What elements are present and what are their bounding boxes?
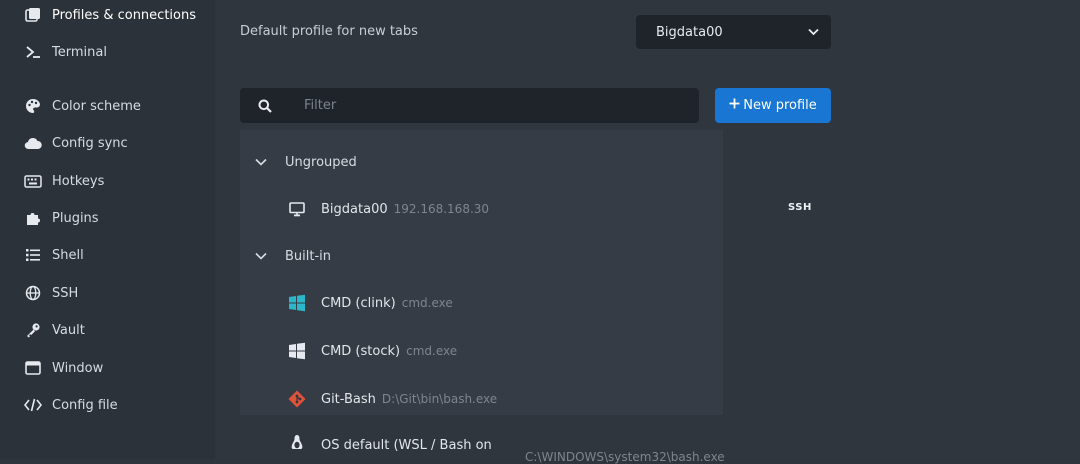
sidebar-item-terminal[interactable]: Terminal (24, 40, 107, 64)
windows-logo-icon (287, 341, 307, 361)
profile-name: CMD (stock) (321, 343, 401, 359)
git-icon (287, 389, 307, 409)
sidebar-item-label: Window (52, 360, 104, 376)
group-ungrouped[interactable]: Ungrouped (255, 152, 357, 172)
search-icon (240, 99, 290, 113)
profile-name: OS default (WSL / Bash on (321, 438, 492, 453)
terminal-prompt-icon (24, 43, 42, 61)
windows-logo-icon (287, 293, 307, 313)
profile-detail: C:\WINDOWS\system32\bash.exe (525, 450, 725, 464)
linux-icon (287, 434, 307, 454)
sidebar-item-window[interactable]: Window (24, 356, 103, 380)
sidebar-item-label: Terminal (52, 44, 107, 60)
sidebar-item-label: Vault (52, 322, 85, 338)
sidebar-item-label: SSH (52, 285, 79, 301)
monitor-icon (287, 199, 307, 219)
chevron-down-icon (808, 25, 819, 40)
sidebar-item-label: Config file (52, 397, 118, 413)
profile-detail: cmd.exe (401, 296, 453, 310)
profile-row[interactable]: Bigdata00 192.168.168.30 (287, 196, 489, 222)
profile-detail: 192.168.168.30 (393, 202, 490, 216)
sidebar-item-plugins[interactable]: Plugins (24, 206, 99, 230)
sidebar-item-vault[interactable]: Vault (24, 318, 85, 342)
key-icon (24, 321, 42, 339)
sidebar-item-label: Shell (52, 247, 84, 263)
sidebar-item-label: Profiles & connections (52, 7, 196, 23)
default-profile-select[interactable]: Bigdata00 (636, 15, 831, 49)
profile-name: Bigdata00 (321, 201, 388, 217)
profile-detail: D:\Git\bin\bash.exe (381, 392, 498, 406)
profile-row[interactable]: OS default (WSL / Bash on C:\WINDOWS\sys… (287, 434, 725, 464)
profile-row[interactable]: CMD (stock) cmd.exe (287, 338, 457, 364)
group-label: Ungrouped (285, 154, 357, 170)
sidebar: Profiles & connections Terminal Color sc… (0, 0, 215, 459)
default-profile-value: Bigdata00 (656, 24, 723, 40)
sidebar-item-config-file[interactable]: Config file (24, 393, 118, 417)
default-profile-label: Default profile for new tabs (240, 24, 418, 39)
profile-name: CMD (clink) (321, 295, 396, 311)
filter-input[interactable] (290, 97, 699, 114)
window-icon (24, 359, 42, 377)
sidebar-item-label: Plugins (52, 210, 99, 226)
profiles-panel (240, 130, 723, 415)
window-stack-icon (24, 6, 42, 24)
sidebar-item-shell[interactable]: Shell (24, 243, 84, 267)
plus-icon (729, 98, 740, 113)
new-profile-label: New profile (743, 98, 817, 113)
palette-icon (24, 97, 42, 115)
sidebar-item-label: Config sync (52, 135, 128, 151)
puzzle-icon (24, 209, 42, 227)
profile-detail: cmd.exe (406, 344, 458, 358)
sidebar-item-hotkeys[interactable]: Hotkeys (24, 169, 104, 193)
main-content: Default profile for new tabs Bigdata00 N… (215, 0, 1080, 464)
sidebar-item-color-scheme[interactable]: Color scheme (24, 94, 141, 118)
list-icon (24, 246, 42, 264)
cloud-icon (24, 134, 42, 152)
new-profile-button[interactable]: New profile (715, 88, 831, 123)
chevron-down-icon (255, 155, 267, 170)
chevron-down-icon (255, 249, 267, 264)
keyboard-icon (24, 172, 42, 190)
ssh-badge: SSH (788, 202, 812, 213)
sidebar-item-label: Color scheme (52, 98, 141, 114)
sidebar-item-ssh[interactable]: SSH (24, 281, 78, 305)
profile-row[interactable]: CMD (clink) cmd.exe (287, 290, 453, 316)
globe-icon (24, 284, 42, 302)
sidebar-item-config-sync[interactable]: Config sync (24, 131, 128, 155)
group-built-in[interactable]: Built-in (255, 246, 331, 266)
filter-box (240, 88, 699, 123)
sidebar-item-label: Hotkeys (52, 173, 105, 189)
profile-name: Git-Bash (321, 391, 376, 407)
group-label: Built-in (285, 248, 332, 264)
code-icon (24, 396, 42, 414)
sidebar-item-profiles[interactable]: Profiles & connections (24, 3, 196, 27)
profile-row[interactable]: Git-Bash D:\Git\bin\bash.exe (287, 386, 497, 412)
